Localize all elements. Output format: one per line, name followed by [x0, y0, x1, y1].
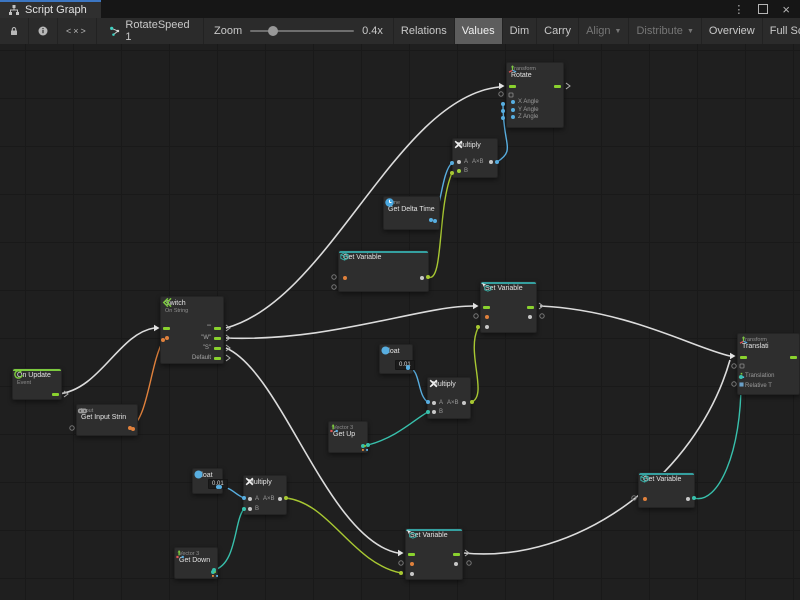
edge-endpoint-dot[interactable] [501, 102, 505, 106]
edge-endpoint-dot[interactable] [426, 275, 430, 279]
unconnected-port[interactable] [632, 496, 636, 500]
zoom-value: 0.4x [362, 25, 383, 37]
edge-endpoint-dot[interactable] [212, 568, 216, 572]
unconnected-port[interactable] [540, 314, 544, 318]
edge-endpoint-dot[interactable] [450, 161, 454, 165]
toolbar-button-distribute[interactable]: Distribute▼ [628, 18, 700, 44]
edge-endpoint-dot[interactable] [470, 400, 474, 404]
script-graph-icon [8, 4, 20, 16]
title-bar: Script Graph ⋮ × [0, 0, 800, 18]
toolbar-button-values[interactable]: Values [454, 18, 502, 44]
edge-endpoint-dot[interactable] [450, 171, 454, 175]
toolbar-button-align[interactable]: Align▼ [578, 18, 628, 44]
flow-arrow [499, 83, 505, 89]
flow-out-chevron [226, 355, 230, 361]
ports-layer [64, 83, 743, 575]
zoom-slider-handle[interactable] [268, 26, 278, 36]
flow-arrow [154, 325, 160, 331]
toolbar-button-dim[interactable]: Dim [502, 18, 537, 44]
unconnected-port[interactable] [732, 382, 736, 386]
unconnected-port[interactable] [499, 92, 503, 96]
edge-endpoint-dot[interactable] [366, 443, 370, 447]
unconnected-port[interactable] [467, 561, 471, 565]
edge-endpoint-dot[interactable] [406, 365, 410, 369]
tab-label: Script Graph [25, 4, 87, 16]
flow-out-chevron [226, 335, 230, 341]
toolbar-button-relations[interactable]: Relations [393, 18, 454, 44]
edge-endpoint-dot[interactable] [739, 375, 743, 379]
edge-endpoint-dot[interactable] [399, 571, 403, 575]
flow-arrow [730, 353, 736, 359]
edge-endpoint-dot[interactable] [284, 496, 288, 500]
edge-endpoint-dot[interactable] [426, 410, 430, 414]
graph-name: RotateSpeed 1 [125, 19, 191, 43]
graph-node-icon [109, 25, 121, 38]
edge-endpoint-dot[interactable] [495, 160, 499, 164]
info-button[interactable] [29, 18, 58, 44]
flow-arrow [398, 550, 404, 556]
menu-button[interactable]: ⋮ [733, 3, 744, 16]
toolbar-button-full-screen[interactable]: Full Screen [762, 18, 800, 44]
graph-breadcrumb[interactable]: RotateSpeed 1 [97, 18, 204, 44]
flow-out-chevron [226, 325, 230, 331]
edge-endpoint-dot[interactable] [429, 218, 433, 222]
unconnected-port[interactable] [732, 364, 736, 368]
edge-endpoint-dot[interactable] [426, 400, 430, 404]
graph-canvas[interactable]: On UpdateEventInputGet Input StrinSwitch… [0, 44, 800, 600]
maximize-button[interactable] [758, 4, 768, 14]
unconnected-port[interactable] [399, 561, 403, 565]
close-button[interactable]: × [782, 2, 790, 17]
tab-script-graph[interactable]: Script Graph [0, 0, 101, 18]
edge-endpoint-dot[interactable] [692, 496, 696, 500]
zoom-label: Zoom [214, 25, 242, 37]
flow-out-chevron [226, 345, 230, 351]
zoom-slider[interactable] [250, 30, 354, 32]
flow-out-chevron [64, 391, 68, 397]
edge-endpoint-dot[interactable] [501, 109, 505, 113]
fit-view-button[interactable]: <×> [58, 18, 97, 44]
flow-out-chevron [566, 83, 570, 89]
edge-endpoint-dot[interactable] [242, 507, 246, 511]
lock-icon [8, 25, 20, 37]
edge-endpoint-dot[interactable] [501, 116, 505, 120]
flow-arrow [473, 303, 479, 309]
toolbar-button-overview[interactable]: Overview [701, 18, 762, 44]
unconnected-port[interactable] [332, 285, 336, 289]
fit-view-label: <×> [66, 26, 88, 36]
edge-endpoint-dot[interactable] [128, 426, 132, 430]
lock-button[interactable] [0, 18, 29, 44]
toolbar-button-carry[interactable]: Carry [536, 18, 578, 44]
edge-endpoint-dot[interactable] [161, 338, 165, 342]
flow-out-chevron [465, 550, 469, 556]
flow-out-chevron [539, 303, 543, 309]
edge-endpoint-dot[interactable] [476, 325, 480, 329]
graph-toolbar: <×> RotateSpeed 1 Zoom 0.4x RelationsVal… [0, 18, 800, 45]
unconnected-port[interactable] [70, 426, 74, 430]
edge-endpoint-dot[interactable] [218, 485, 222, 489]
unconnected-port[interactable] [474, 314, 478, 318]
edge-endpoint-dot[interactable] [242, 496, 246, 500]
unconnected-port[interactable] [332, 275, 336, 279]
info-icon [37, 25, 49, 37]
